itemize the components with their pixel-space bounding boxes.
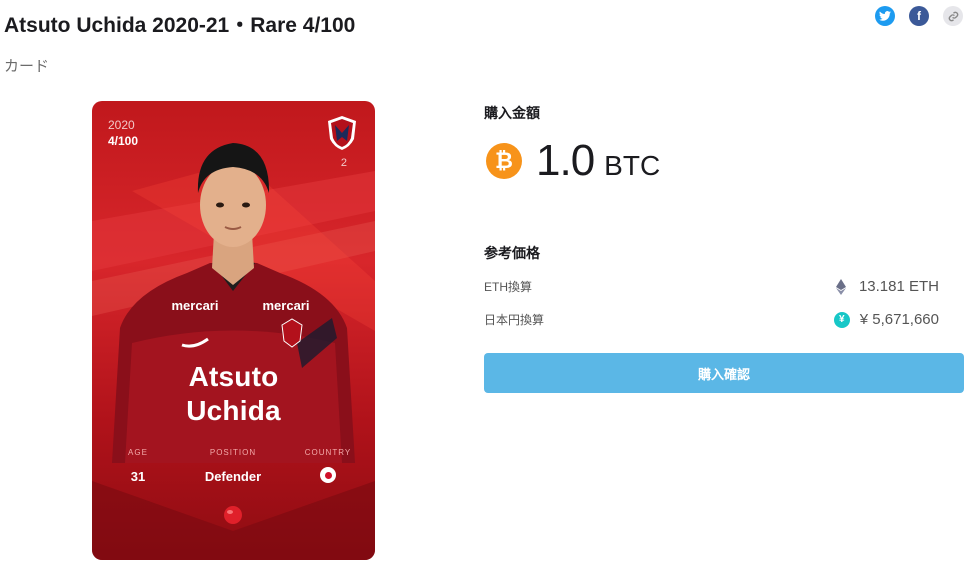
price-currency: BTC xyxy=(604,150,661,181)
eth-reference-row: ETH換算 13.181 ETH xyxy=(484,278,939,295)
twitter-share-button[interactable] xyxy=(875,6,895,26)
rarity-ball-icon xyxy=(224,506,242,524)
reference-price-heading: 参考価格 xyxy=(484,245,540,261)
sponsor-left: mercari xyxy=(172,298,219,313)
player-card: 2020 4/100 2 mercari mercari Atsuto Uchi… xyxy=(92,101,375,560)
sponsor-right: mercari xyxy=(263,298,310,313)
stat-country-label: COUNTRY xyxy=(304,448,352,457)
yen-icon: ¥ xyxy=(833,311,850,328)
jpy-reference-label: 日本円換算 xyxy=(484,313,545,327)
stat-age-label: AGE xyxy=(128,448,148,457)
stat-position-label: POSITION xyxy=(209,448,257,457)
stat-position-value: Defender xyxy=(204,469,262,484)
page-title: Atsuto Uchida 2020-21・Rare 4/100 xyxy=(4,14,356,37)
purchase-amount-heading: 購入金額 xyxy=(484,105,540,121)
japan-flag-icon xyxy=(320,467,336,483)
confirm-purchase-button[interactable]: 購入確認 xyxy=(484,353,964,393)
facebook-share-button[interactable]: f xyxy=(909,6,929,26)
link-icon xyxy=(948,11,958,21)
price-display: ₿ 1.0 BTC xyxy=(486,136,660,186)
jpy-reference-row: 日本円換算 ¥ ¥ 5,671,660 xyxy=(484,311,939,328)
eth-reference-label: ETH換算 xyxy=(484,280,533,294)
facebook-icon: f xyxy=(917,9,921,23)
player-first-name: Atsuto xyxy=(188,361,279,392)
price-amount: 1.0 xyxy=(536,136,595,185)
bitcoin-icon: ₿ xyxy=(486,143,522,179)
copy-link-button[interactable] xyxy=(943,6,963,26)
share-buttons: f xyxy=(875,6,963,26)
twitter-icon xyxy=(879,11,891,21)
eth-reference-value: 13.181 ETH xyxy=(858,278,939,295)
jpy-reference-value: ¥ 5,671,660 xyxy=(859,311,939,328)
category-label: カード xyxy=(4,58,50,75)
player-last-name: Uchida xyxy=(186,395,281,426)
ethereum-icon xyxy=(833,278,849,295)
stat-age-value: 31 xyxy=(130,469,146,484)
